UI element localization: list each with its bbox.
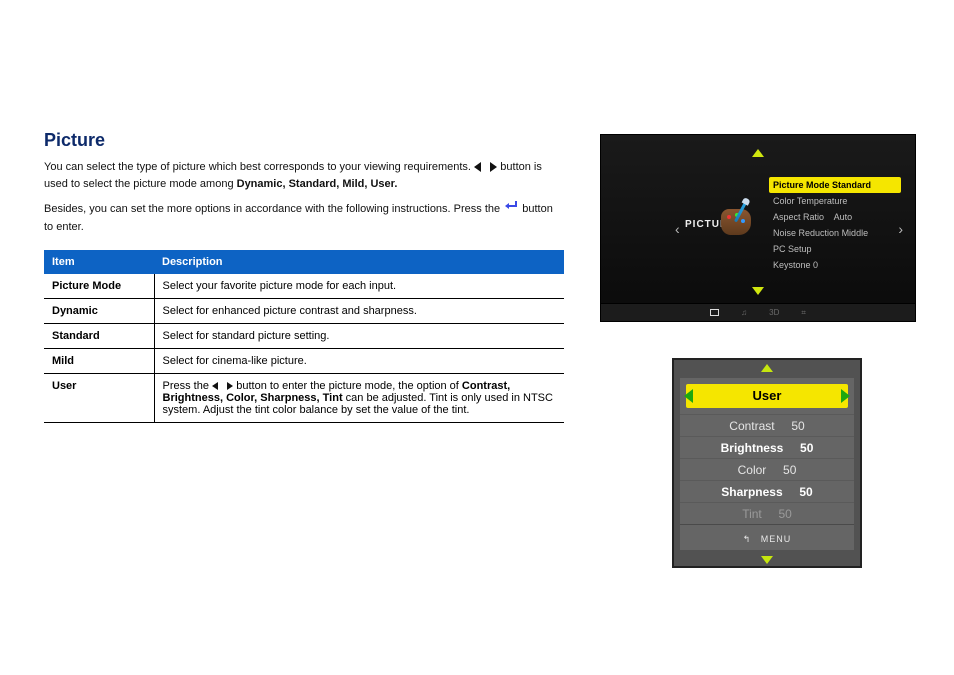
osd-item-label: Aspect Ratio [773, 212, 824, 222]
osd-item-picture-mode[interactable]: Picture Mode Standard [769, 177, 901, 193]
user-header[interactable]: User [686, 384, 848, 408]
user-row-value: 50 [778, 507, 791, 521]
dock-apps-icon[interactable]: ⌗ [801, 308, 806, 318]
down-arrow-icon[interactable] [761, 556, 773, 564]
user-row-value: 50 [791, 419, 804, 433]
row-item: Mild [44, 349, 154, 374]
left-arrow-icon[interactable]: ‹ [675, 221, 680, 237]
user-row-label: Brightness [721, 441, 784, 455]
table-row: User Press the button to enter the pictu… [44, 374, 564, 423]
osd-item-value: Middle [842, 228, 869, 238]
left-arrow-icon [474, 162, 481, 172]
user-row-value: 50 [799, 485, 812, 499]
osd-item-value: Standard [832, 180, 871, 190]
user-desc-a: Press the [163, 380, 213, 392]
user-row-label: Contrast [729, 419, 774, 433]
user-row-value: 50 [783, 463, 796, 477]
user-row-value: 50 [800, 441, 813, 455]
table-header-item: Item [44, 250, 154, 274]
osd-item-noise-reduction[interactable]: Noise Reduction Middle [769, 225, 901, 241]
user-row-brightness[interactable]: Brightness 50 [680, 436, 854, 458]
intro-paragraph-2: Besides, you can set the more options in… [44, 199, 564, 236]
table-row: Dynamic Select for enhanced picture cont… [44, 299, 564, 324]
user-row-tint: Tint 50 [680, 502, 854, 524]
table-row: Standard Select for standard picture set… [44, 324, 564, 349]
osd-dock: ♫ 3D ⌗ [601, 303, 915, 321]
intro2-text-a: Besides, you can set the more options in… [44, 203, 503, 215]
osd-item-pc-setup[interactable]: PC Setup [769, 241, 901, 257]
right-arrow-icon [227, 382, 233, 390]
left-arrow-icon [212, 382, 218, 390]
user-desc-b: button to enter the picture mode, the op… [236, 380, 462, 392]
picture-mode-table: Item Description Picture Mode Select you… [44, 250, 564, 423]
osd-item-label: PC Setup [773, 244, 812, 254]
row-desc: Select for enhanced picture contrast and… [154, 299, 564, 324]
dock-3d-icon[interactable]: 3D [769, 308, 779, 317]
table-header-desc: Description [154, 250, 564, 274]
user-menu-label: MENU [761, 534, 792, 544]
row-desc: Select for cinema-like picture. [154, 349, 564, 374]
osd-menu-list: Picture Mode Standard Color Temperature … [769, 177, 901, 273]
row-item: User [44, 374, 154, 423]
section-title: Picture [44, 130, 564, 151]
osd-item-keystone[interactable]: Keystone 0 [769, 257, 901, 273]
osd-item-value: 0 [813, 260, 818, 270]
intro-paragraph-1: You can select the type of picture which… [44, 159, 564, 193]
table-row: Picture Mode Select your favorite pictur… [44, 274, 564, 299]
user-row-label: Tint [742, 507, 762, 521]
row-desc: Select your favorite picture mode for ea… [154, 274, 564, 299]
right-arrow-icon[interactable]: › [898, 221, 903, 237]
user-row-sharpness[interactable]: Sharpness 50 [680, 480, 854, 502]
user-row-label: Color [738, 463, 767, 477]
user-row-contrast[interactable]: Contrast 50 [680, 414, 854, 436]
osd-item-color-temp[interactable]: Color Temperature [769, 193, 901, 209]
user-menu-back[interactable]: ↰ MENU [680, 524, 854, 552]
left-arrow-icon[interactable] [684, 389, 693, 403]
user-header-label: User [753, 388, 782, 403]
back-icon: ↰ [743, 525, 752, 553]
dock-music-icon[interactable]: ♫ [741, 308, 747, 317]
table-row: Mild Select for cinema-like picture. [44, 349, 564, 374]
up-arrow-icon[interactable] [752, 149, 764, 157]
row-item: Picture Mode [44, 274, 154, 299]
osd-picture-menu: ‹ PICTURE Picture Mode Standard Color Te… [600, 134, 916, 322]
right-arrow-icon[interactable] [841, 389, 850, 403]
row-desc: Press the button to enter the picture mo… [154, 374, 564, 423]
row-desc: Select for standard picture setting. [154, 324, 564, 349]
osd-item-label: Keystone [773, 260, 811, 270]
right-arrow-icon [490, 162, 497, 172]
osd-item-label: Color Temperature [773, 196, 847, 206]
up-arrow-icon[interactable] [761, 364, 773, 372]
osd-item-label: Noise Reduction [773, 228, 839, 238]
osd-item-value: Auto [834, 212, 853, 222]
dock-picture-icon[interactable] [710, 308, 719, 317]
intro1-text-a: You can select the type of picture which… [44, 161, 474, 173]
row-item: Dynamic [44, 299, 154, 324]
osd-item-label: Picture Mode [773, 180, 830, 190]
user-row-color[interactable]: Color 50 [680, 458, 854, 480]
down-arrow-icon[interactable] [752, 287, 764, 295]
intro1-modes: Dynamic, Standard, Mild, User. [237, 178, 398, 190]
row-item: Standard [44, 324, 154, 349]
osd-item-aspect-ratio[interactable]: Aspect Ratio Auto [769, 209, 901, 225]
osd-user-submenu: User Contrast 50 Brightness 50 Color 50 … [672, 358, 862, 568]
enter-icon [503, 199, 519, 219]
user-row-label: Sharpness [721, 485, 782, 499]
